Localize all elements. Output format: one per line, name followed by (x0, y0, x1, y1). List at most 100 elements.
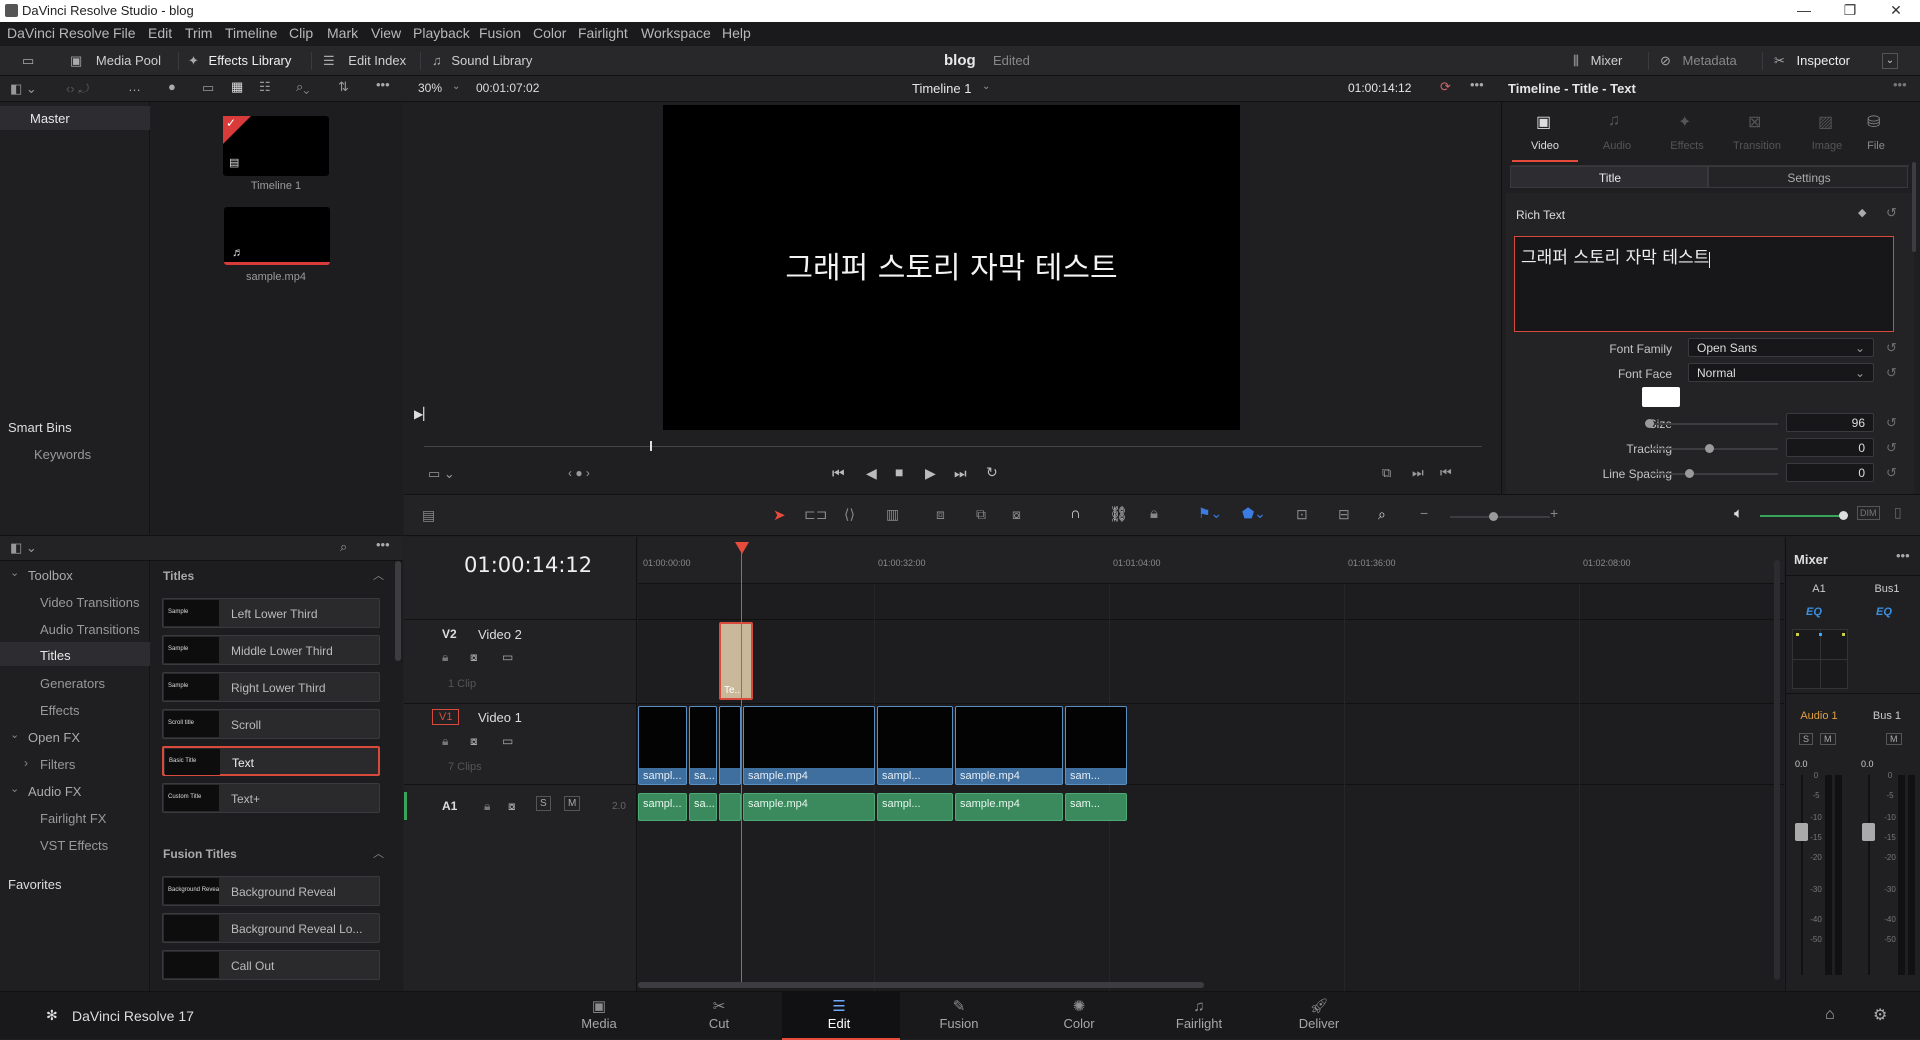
zoom-in-icon[interactable]: + (1550, 505, 1558, 521)
subtab-settings[interactable]: Settings (1708, 166, 1908, 188)
page-fusion[interactable]: ✎ Fusion (919, 999, 999, 1031)
dynamic-trim-icon[interactable]: ⟨⟩ (844, 506, 855, 523)
zoom-slider-knob[interactable] (1489, 512, 1498, 521)
zoom-out-icon[interactable]: − (1420, 505, 1428, 521)
title-item-scroll[interactable]: Scroll title Scroll (162, 709, 380, 739)
tree-item-titles[interactable]: Titles (0, 642, 150, 666)
effects-search-icon[interactable]: ⌕ (340, 539, 347, 555)
bin-keywords[interactable]: Keywords (34, 447, 91, 462)
sort-icon[interactable]: ⇅ (338, 79, 349, 95)
audio-clip[interactable]: sam... (1065, 793, 1127, 821)
auto-select-icon[interactable]: ⧇ (470, 734, 478, 749)
close-button[interactable]: ✕ (1873, 0, 1919, 22)
color-swatch[interactable] (1642, 387, 1680, 407)
track-id-v1[interactable]: V1 (432, 709, 460, 725)
jump-end-icon[interactable]: ⏭ (954, 465, 967, 482)
filmstrip-view-icon[interactable]: ▭ (202, 80, 214, 96)
rich-text-input[interactable]: 그래퍼 스토리 자막 테스트 (1514, 236, 1894, 332)
play-icon[interactable]: ▶ (925, 465, 936, 482)
tree-item-fairlight-fx[interactable]: Fairlight FX (40, 811, 106, 826)
menu-workspace[interactable]: Workspace (641, 25, 711, 41)
play-reverse-icon[interactable]: ◀ (866, 465, 877, 482)
reset-icon[interactable]: ↺ (1886, 465, 1897, 481)
inspector-tab-transition[interactable]: ⊠ Transition (1724, 110, 1790, 162)
audio-clip[interactable]: sample.mp4 (955, 793, 1063, 821)
list-view-icon[interactable]: ☷ (259, 79, 271, 95)
effects-library-button[interactable]: ✦ Effects Library (188, 53, 291, 69)
collapse-icon[interactable]: ⌄ (1882, 53, 1898, 69)
menu-davinci-resolve[interactable]: DaVinci Resolve (7, 25, 109, 41)
title-item-left-lower-third[interactable]: Sample Left Lower Third (162, 598, 380, 628)
custom-zoom-icon[interactable]: ⌕ (1378, 506, 1386, 523)
reset-icon[interactable]: ↺ (1886, 340, 1897, 356)
inspector-tab-effects[interactable]: ✦ Effects (1654, 110, 1720, 162)
inspector-tab-file[interactable]: ⛁ File (1843, 110, 1909, 162)
page-deliver[interactable]: 🚀︎ Deliver (1279, 999, 1359, 1031)
video-clip[interactable]: sa... (689, 706, 717, 785)
meter-icon[interactable]: ▯ (1894, 504, 1902, 521)
eq-indicator[interactable]: EQ (1876, 606, 1892, 618)
match-frame-icon[interactable]: ⧉ (1382, 465, 1391, 481)
tree-item-filters[interactable]: Filters (40, 757, 75, 772)
bus-mute-button[interactable]: M (1886, 733, 1902, 745)
video-clip[interactable]: sampl... (638, 706, 687, 785)
size-slider-knob[interactable] (1645, 419, 1654, 428)
menu-view[interactable]: View (371, 25, 401, 41)
reset-icon[interactable]: ↺ (1886, 205, 1897, 221)
fader-knob[interactable] (1795, 823, 1808, 841)
more-icon[interactable]: … (128, 79, 141, 94)
timeline-name[interactable]: Timeline 1 (912, 81, 971, 96)
title-clip[interactable]: Te... (719, 622, 753, 700)
toolbox-caret-icon[interactable]: ⌄ (10, 566, 19, 579)
tracking-slider-knob[interactable] (1705, 444, 1714, 453)
track-enable-icon[interactable]: ▭ (502, 734, 513, 748)
solo-button[interactable]: S (536, 796, 551, 811)
mixer-options-icon[interactable]: ••• (1896, 548, 1910, 563)
sample-clip-thumbnail[interactable]: ♬ (224, 207, 330, 265)
mixer-mute-button[interactable]: M (1820, 733, 1836, 745)
viewer-screen[interactable]: 그래퍼 스토리 자막 테스트 (663, 105, 1240, 430)
volume-slider[interactable] (1760, 515, 1842, 517)
track-enable-icon[interactable]: ▭ (502, 650, 513, 664)
tracking-slider[interactable] (1650, 448, 1778, 450)
tree-item-effects[interactable]: Effects (40, 703, 80, 718)
tree-item-generators[interactable]: Generators (40, 676, 105, 691)
viewer-options-icon[interactable]: ••• (1470, 77, 1484, 92)
clip-nav-icon[interactable]: ‹ ● › (568, 466, 590, 480)
size-slider[interactable] (1650, 423, 1778, 425)
bin-list-toggle-icon[interactable]: ◧ ⌄ (10, 81, 37, 97)
loop-icon[interactable]: ↻ (986, 464, 998, 481)
mixer-button[interactable]: ⫼ Mixer (1573, 53, 1622, 69)
playhead-handle-icon[interactable] (735, 542, 749, 554)
inspector-options-icon[interactable]: ••• (1893, 77, 1907, 92)
video-clip[interactable] (719, 706, 741, 785)
tree-item-audio-transitions[interactable]: Audio Transitions (40, 622, 140, 637)
fusion-item-background-reveal[interactable]: Background Reveal Background Reveal (162, 876, 380, 906)
font-face-dropdown[interactable]: Normal ⌄ (1688, 363, 1874, 382)
bin-master[interactable]: Master (0, 106, 150, 130)
page-fairlight[interactable]: ♫ Fairlight (1159, 999, 1239, 1031)
audio-clip[interactable]: sampl... (638, 793, 687, 821)
timeline-thumbnail[interactable]: ✓ ▤ (223, 116, 329, 176)
overwrite-clip-icon[interactable]: ⧉ (976, 506, 986, 523)
lock-icon[interactable]: 🔒︎ (442, 650, 448, 665)
audio-clip[interactable]: sa... (689, 793, 717, 821)
detail-zoom-icon[interactable]: ⊟ (1338, 506, 1350, 523)
audio-clip[interactable]: sample.mp4 (743, 793, 875, 821)
nav-arrows-icon[interactable]: ‹› ⤾ (66, 81, 89, 97)
mark-out-icon[interactable]: ⏭ (1412, 465, 1424, 481)
line-spacing-input[interactable]: 0 (1786, 463, 1874, 482)
panel-toggle-icon[interactable]: ◧ ⌄ (10, 540, 37, 556)
mark-in-icon[interactable]: ⏮ (1440, 465, 1452, 481)
openfx-caret-icon[interactable]: ⌄ (10, 728, 19, 741)
filters-caret-icon[interactable]: › (24, 756, 28, 770)
collapse-chevron-icon[interactable]: ︿ (373, 567, 384, 583)
trim-tool-icon[interactable]: ⊏⊐ (804, 506, 827, 523)
page-color[interactable]: ✺ Color (1039, 999, 1119, 1031)
line-spacing-slider[interactable] (1650, 473, 1778, 475)
tree-item-openfx[interactable]: Open FX (28, 730, 80, 745)
sync-icon[interactable]: ⟳ (1440, 79, 1451, 95)
home-icon[interactable]: ⌂ (1825, 1006, 1835, 1024)
snapping-icon[interactable]: ∩ (1070, 505, 1081, 522)
mute-button[interactable]: M (564, 796, 581, 811)
